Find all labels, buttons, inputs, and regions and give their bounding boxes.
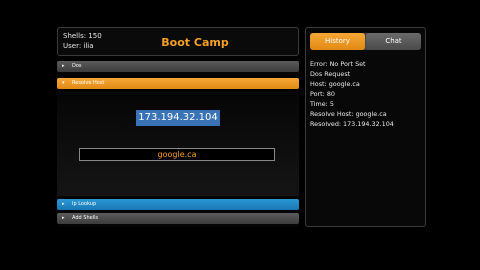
resolve-host-body: 173.194.32.104 bbox=[57, 89, 299, 196]
log-entry: Resolved: 173.194.32.104 bbox=[310, 120, 394, 128]
tab-strip: History Chat bbox=[310, 33, 421, 50]
header-panel: Shells: 150 User: ilia Boot Camp bbox=[57, 27, 299, 56]
accordion-ip-lookup[interactable]: ▸ Ip Lookup bbox=[57, 199, 299, 210]
log-entry: Resolve Host: google.ca bbox=[310, 110, 387, 118]
chevron-right-icon: ▸ bbox=[62, 215, 65, 221]
host-input[interactable] bbox=[79, 148, 275, 161]
chevron-right-icon: ▸ bbox=[62, 201, 65, 207]
accordion-resolve-host[interactable]: ▾ Resolve Host bbox=[57, 78, 299, 89]
chevron-right-icon: ▸ bbox=[62, 63, 65, 69]
accordion-dos-label: Dos bbox=[72, 63, 82, 69]
log-entry: Port: 80 bbox=[310, 90, 335, 98]
log-entry: Time: 5 bbox=[310, 100, 334, 108]
chevron-down-icon: ▾ bbox=[62, 80, 65, 86]
accordion-ip-lookup-label: Ip Lookup bbox=[72, 201, 97, 207]
app-title: Boot Camp bbox=[161, 36, 229, 49]
log-entry: Error: No Port Set bbox=[310, 60, 366, 68]
log-entry: Host: google.ca bbox=[310, 80, 360, 88]
accordion-resolve-host-label: Resolve Host bbox=[72, 80, 105, 86]
accordion-add-shells[interactable]: ▸ Add Shells bbox=[57, 213, 299, 224]
tab-history[interactable]: History bbox=[310, 33, 365, 50]
history-log: Error: No Port Set Dos Request Host: goo… bbox=[310, 59, 394, 129]
resolved-ip[interactable]: 173.194.32.104 bbox=[136, 110, 220, 126]
tools-accordion: ▸ Dos ▾ Resolve Host 173.194.32.104 ▸ Ip… bbox=[57, 61, 299, 227]
tab-chat[interactable]: Chat bbox=[366, 33, 421, 50]
accordion-dos[interactable]: ▸ Dos bbox=[57, 61, 299, 72]
accordion-add-shells-label: Add Shells bbox=[72, 215, 99, 221]
log-entry: Dos Request bbox=[310, 70, 351, 78]
side-panel: History Chat Error: No Port Set Dos Requ… bbox=[305, 27, 426, 227]
